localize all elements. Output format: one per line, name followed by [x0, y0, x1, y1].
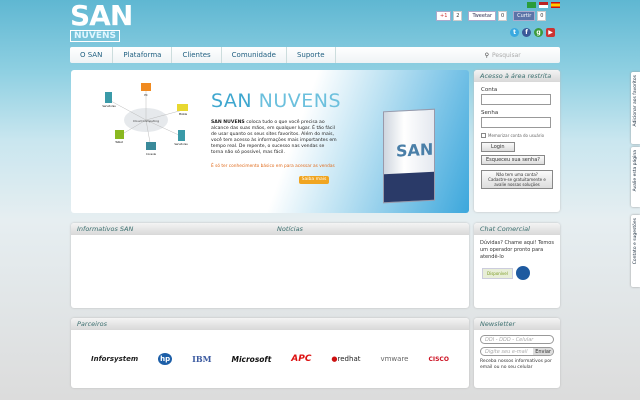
- hero-banner: Cloud Computing PC Mobile Servidores Con…: [71, 70, 469, 213]
- youtube-icon[interactable]: ▶: [546, 28, 555, 37]
- partner-logo[interactable]: ●redhat: [331, 355, 360, 363]
- logo[interactable]: SAN NUVENS: [70, 0, 133, 44]
- logo-subtext: NUVENS: [70, 30, 120, 42]
- partner-logo[interactable]: APC: [291, 354, 311, 364]
- nav-clientes[interactable]: Clientes: [172, 47, 222, 63]
- banner-link[interactable]: É só ter conhecimento básico em para ace…: [211, 164, 335, 169]
- chat-button[interactable]: Disponível: [482, 266, 560, 280]
- share-buttons: +1 2 Tweetar 0 Curtir 0: [436, 11, 547, 21]
- newsletter-panel: Newsletter DDI - DDD - Celular Digite se…: [474, 318, 560, 388]
- remember-label: Memorizar conta do usuário: [488, 133, 545, 138]
- diagram-label: Tablet: [115, 140, 122, 144]
- pc-icon: [141, 83, 151, 91]
- gplus-count: 2: [453, 11, 463, 21]
- diagram-center-label: Cloud Computing: [133, 119, 159, 123]
- twitter-icon[interactable]: t: [510, 28, 519, 37]
- login-button[interactable]: Login: [481, 142, 515, 152]
- nav-comunidade[interactable]: Comunidade: [222, 47, 287, 63]
- language-flags: [527, 2, 560, 8]
- side-tab-favorites[interactable]: Adicionar aos favoritos: [631, 72, 640, 144]
- chat-panel: Chat Comercial Dúvidas? Chame aqui! Temo…: [474, 223, 560, 308]
- server-icon: [178, 130, 185, 141]
- send-button[interactable]: Enviar: [533, 348, 553, 355]
- facebook-icon[interactable]: f: [522, 28, 531, 37]
- phone-input[interactable]: DDI - DDD - Celular: [480, 335, 554, 344]
- login-panel: Acesso à área restrita Conta Senha Memor…: [474, 70, 560, 212]
- cloud-diagram: Cloud Computing PC Mobile Servidores Con…: [102, 83, 188, 156]
- social-icons: t f g ▶: [510, 28, 555, 37]
- forgot-password-button[interactable]: Esqueceu sua senha?: [481, 155, 545, 165]
- chat-text: Dúvidas? Chame aqui! Temos um operador p…: [480, 240, 554, 260]
- search-input[interactable]: Pesquisar: [492, 52, 552, 59]
- side-tab-contact[interactable]: Contato e sugestões: [631, 215, 640, 287]
- main-nav: O SAN Plataforma Clientes Comunidade Sup…: [70, 47, 560, 63]
- like-count: 0: [537, 11, 547, 21]
- signup-button[interactable]: Não tem uma conta? Cadastre-se gratuitam…: [481, 170, 553, 189]
- diagram-label: Servidores: [102, 104, 116, 108]
- partner-logo[interactable]: Inforsystem: [91, 355, 138, 363]
- info-panel: Informativos SAN Notícias: [71, 223, 469, 308]
- partners-panel: Parceiros Inforsystem hp IBM Microsoft A…: [71, 318, 469, 388]
- flag-spain-icon[interactable]: [551, 2, 560, 8]
- newsletter-title: Newsletter: [474, 318, 560, 330]
- banner-text: SAN NUVENS coloca tudo o que você precis…: [211, 120, 337, 155]
- partner-logo[interactable]: IBM: [192, 354, 211, 364]
- product-box-image: SAN: [383, 108, 435, 204]
- search-icon: ⚲: [484, 51, 489, 59]
- mobile-icon: [177, 104, 188, 111]
- partners-title: Parceiros: [71, 318, 469, 330]
- server-icon: [105, 92, 112, 103]
- flag-usa-icon[interactable]: [539, 2, 548, 8]
- password-label: Senha: [481, 110, 499, 116]
- tab-informativos[interactable]: Informativos SAN: [77, 223, 277, 235]
- partner-logo[interactable]: CISCO: [428, 356, 448, 363]
- partner-logo[interactable]: vmware: [380, 355, 408, 363]
- tab-noticias[interactable]: Notícias: [277, 223, 303, 235]
- login-title: Acesso à área restrita: [474, 70, 560, 82]
- banner-title: SAN NUVENS: [211, 90, 342, 112]
- logo-text: SAN: [70, 0, 133, 32]
- partner-logo[interactable]: hp: [158, 353, 173, 365]
- search-box[interactable]: ⚲ Pesquisar: [485, 52, 552, 59]
- learn-more-button[interactable]: Saiba mais: [299, 176, 329, 184]
- diagram-label: Console: [146, 152, 156, 156]
- diagram-label: PC: [144, 93, 148, 97]
- nav-o-san[interactable]: O SAN: [70, 47, 114, 63]
- remember-checkbox[interactable]: [481, 133, 486, 138]
- account-input[interactable]: [481, 94, 551, 105]
- side-tab-rate[interactable]: Avalie esta página: [631, 147, 640, 207]
- account-label: Conta: [481, 87, 498, 93]
- partner-logo[interactable]: Microsoft: [231, 355, 271, 364]
- tablet-icon: [115, 130, 124, 139]
- console-icon: [146, 142, 156, 150]
- chat-status: Disponível: [482, 267, 513, 279]
- gplus-button[interactable]: +1: [436, 11, 452, 21]
- flag-brazil-icon[interactable]: [527, 2, 536, 8]
- newsletter-text: Receba nossos informativos por email ou …: [480, 359, 552, 370]
- email-input[interactable]: Digite seu e-mail: [485, 348, 527, 355]
- tweet-count: 0: [497, 11, 508, 21]
- chat-title: Chat Comercial: [474, 223, 560, 235]
- google-icon[interactable]: g: [534, 28, 543, 37]
- operator-avatar-icon: [515, 266, 530, 280]
- diagram-label: Mobile: [179, 112, 188, 116]
- password-input[interactable]: [481, 117, 551, 128]
- diagram-label: Servidores: [174, 142, 188, 146]
- nav-suporte[interactable]: Suporte: [287, 47, 336, 63]
- tweet-button[interactable]: Tweetar: [468, 11, 497, 21]
- nav-plataforma[interactable]: Plataforma: [113, 47, 173, 63]
- like-button[interactable]: Curtir: [513, 11, 536, 21]
